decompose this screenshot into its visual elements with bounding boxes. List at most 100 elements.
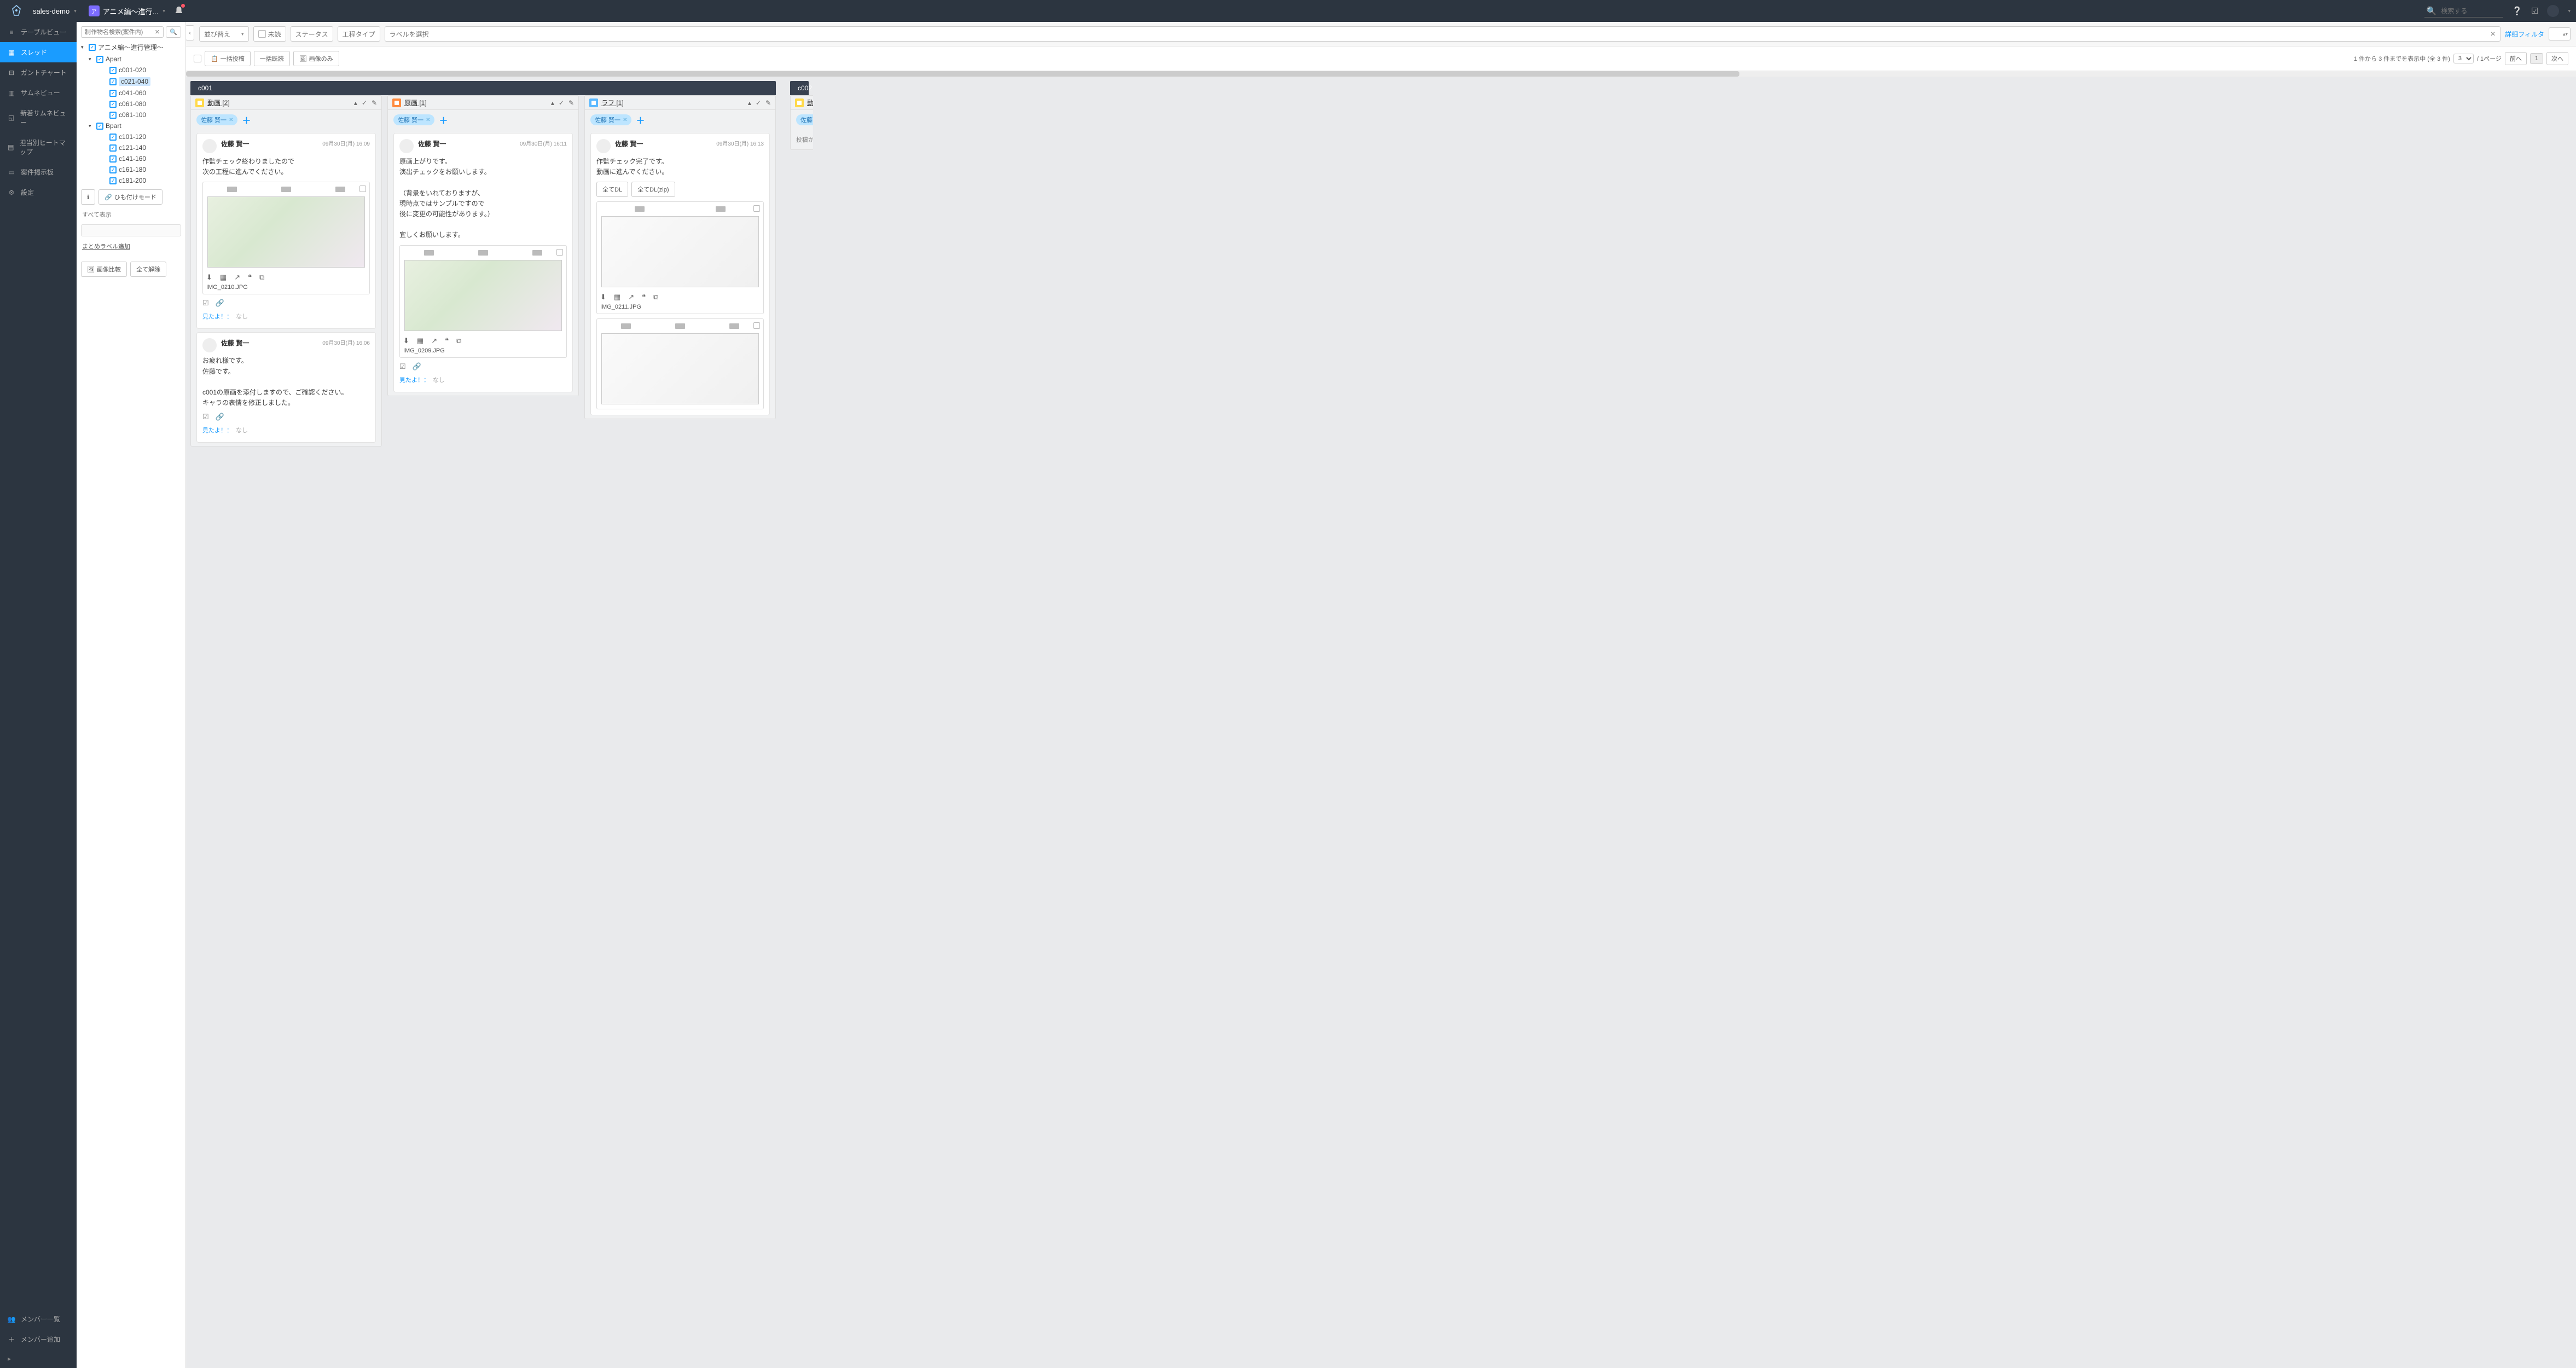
clear-all-button[interactable]: 全て解除 xyxy=(130,262,166,277)
tree-search-button[interactable]: 🔍 xyxy=(166,26,181,38)
remove-tag-icon[interactable]: ✕ xyxy=(623,117,627,123)
app-logo[interactable] xyxy=(11,4,22,18)
tree-row[interactable]: ✓ c121-140 xyxy=(81,142,181,153)
attachment-checkbox[interactable] xyxy=(556,249,563,256)
check-icon[interactable]: ✓ xyxy=(559,99,564,107)
tree-checkbox[interactable]: ✓ xyxy=(109,166,117,173)
share-icon[interactable]: ↗ xyxy=(234,273,240,282)
search-input[interactable] xyxy=(2441,7,2501,15)
workspace-selector[interactable]: sales-demo▾ xyxy=(27,7,82,15)
page-1[interactable]: 1 xyxy=(2530,53,2543,64)
tree-row[interactable]: ✓ c161-180 xyxy=(81,164,181,175)
tree-row[interactable]: ▾ ✓ Bpart xyxy=(81,120,181,131)
per-page-select[interactable]: 3 xyxy=(2453,54,2474,63)
tree-row[interactable]: ✓ c181-200 xyxy=(81,175,181,186)
add-tag-button[interactable]: ＋ xyxy=(636,113,645,126)
add-tag-button[interactable]: ＋ xyxy=(242,113,251,126)
image-only-button[interactable]: 🖼 画像のみ xyxy=(293,51,339,66)
edit-icon[interactable]: ✎ xyxy=(568,99,574,107)
link-icon[interactable]: 🔗 xyxy=(413,362,421,371)
check-icon[interactable]: ☑ xyxy=(399,362,406,371)
download-icon[interactable]: ⬇ xyxy=(403,337,409,345)
detail-filter-link[interactable]: 詳細フィルタ xyxy=(2505,30,2544,39)
bulk-post-button[interactable]: 📋 一括投稿 xyxy=(205,51,251,66)
add-tag-button[interactable]: ＋ xyxy=(439,113,448,126)
check-icon[interactable]: ☑ xyxy=(202,413,209,421)
copy-icon[interactable]: ⧉ xyxy=(259,273,264,282)
nav-item[interactable]: ＋メンバー追加 xyxy=(0,1329,77,1349)
sort-select[interactable]: 並び替え▾ xyxy=(199,26,249,42)
chevron-down-icon[interactable]: ▾ xyxy=(163,8,165,14)
share-icon[interactable]: ↗ xyxy=(628,293,634,302)
image-compare-button[interactable]: 🖼 画像比較 xyxy=(81,262,127,277)
collapse-icon[interactable]: ▴ xyxy=(354,99,357,107)
nav-item[interactable]: ▭案件掲示板 xyxy=(0,162,77,182)
lane-title[interactable]: 動画 [2] xyxy=(207,98,230,107)
copy-icon[interactable]: ⧉ xyxy=(653,293,658,302)
checklist-icon[interactable]: ☑ xyxy=(2531,6,2538,16)
tree-row[interactable]: ✓ c081-100 xyxy=(81,109,181,120)
copy-icon[interactable]: ⧉ xyxy=(456,337,461,345)
grid-icon[interactable]: ▦ xyxy=(417,337,423,345)
check-icon[interactable]: ✓ xyxy=(756,99,761,107)
nav-item[interactable]: ≡テーブルビュー xyxy=(0,22,77,42)
tree-checkbox[interactable]: ✓ xyxy=(109,177,117,184)
edit-icon[interactable]: ✎ xyxy=(765,99,771,107)
collapse-icon[interactable]: ▴ xyxy=(748,99,751,107)
attachment-checkbox[interactable] xyxy=(753,205,760,212)
attachment-checkbox[interactable] xyxy=(359,186,366,192)
nav-item[interactable]: ▤担当別ヒートマップ xyxy=(0,132,77,162)
tree-row[interactable]: ✓ c041-060 xyxy=(81,88,181,98)
help-icon[interactable]: ❔ xyxy=(2512,6,2522,16)
label-input[interactable] xyxy=(81,224,181,236)
info-button[interactable]: ℹ xyxy=(81,189,95,205)
nav-item[interactable]: ▦スレッド xyxy=(0,42,77,62)
collapse-tree-button[interactable]: ‹ xyxy=(186,25,194,40)
tree-row[interactable]: ✓ c061-080 xyxy=(81,98,181,109)
assignee-tag[interactable]: 佐藤 賢一 ✕ xyxy=(393,114,434,125)
status-filter[interactable]: ステータス xyxy=(291,26,333,42)
nav-item[interactable]: 👥メンバー一覧 xyxy=(0,1309,77,1329)
thumbnail-image[interactable] xyxy=(207,196,365,268)
download-zip-button[interactable]: 全てDL(zip) xyxy=(631,182,675,197)
assignee-tag[interactable]: 佐藤 賢一 ✕ xyxy=(196,114,237,125)
process-filter[interactable]: 工程タイプ xyxy=(338,26,380,42)
tree-checkbox[interactable]: ✓ xyxy=(109,67,117,74)
tree-row[interactable]: ▾ ✓ アニメ編～進行管理～ xyxy=(81,41,181,54)
collapse-icon[interactable]: ▴ xyxy=(551,99,554,107)
clear-icon[interactable]: ✕ xyxy=(155,28,160,36)
tree-checkbox[interactable]: ✓ xyxy=(89,44,96,51)
download-icon[interactable]: ⬇ xyxy=(206,273,212,282)
download-all-button[interactable]: 全てDL xyxy=(596,182,628,197)
bulk-label-link[interactable]: まとめラベル追加 xyxy=(81,240,181,253)
project-name[interactable]: アニメ編～進行... xyxy=(103,6,159,16)
tree-checkbox[interactable]: ✓ xyxy=(96,123,103,130)
tree-checkbox[interactable]: ✓ xyxy=(109,155,117,163)
user-avatar[interactable] xyxy=(2547,5,2559,17)
thumbnail-image[interactable] xyxy=(601,333,759,404)
next-page[interactable]: 次へ xyxy=(2546,52,2568,65)
chevron-down-icon[interactable]: ▾ xyxy=(2568,8,2571,14)
tree-row[interactable]: ✓ c001-020 xyxy=(81,65,181,76)
quote-icon[interactable]: ❝ xyxy=(445,337,449,345)
extra-select[interactable]: ▴▾ xyxy=(2549,27,2571,40)
nav-item[interactable]: ⊟ガントチャート xyxy=(0,62,77,83)
tree-checkbox[interactable]: ✓ xyxy=(109,112,117,119)
bulk-read-button[interactable]: 一括既読 xyxy=(254,51,290,66)
clear-icon[interactable]: ✕ xyxy=(2490,30,2496,38)
global-search[interactable]: 🔍 xyxy=(2424,5,2504,18)
assignee-tag[interactable]: 佐藤 賢一 ✕ xyxy=(796,114,813,125)
grid-icon[interactable]: ▦ xyxy=(614,293,620,302)
thumbnail-image[interactable] xyxy=(404,260,562,331)
lane-title[interactable]: 動画 [0 xyxy=(807,98,813,107)
collapse-nav[interactable]: ▸ xyxy=(0,1349,77,1368)
lane-title[interactable]: 原画 [1] xyxy=(404,98,427,107)
tree-row[interactable]: ✓ c101-120 xyxy=(81,131,181,142)
lane-title[interactable]: ラフ [1] xyxy=(601,98,624,107)
tree-row[interactable]: ✓ c141-160 xyxy=(81,153,181,164)
tree-checkbox[interactable]: ✓ xyxy=(96,56,103,63)
link-mode-button[interactable]: 🔗 ひも付けモード xyxy=(98,189,163,205)
label-filter[interactable]: ラベルを選択✕ xyxy=(385,26,2501,42)
link-icon[interactable]: 🔗 xyxy=(216,299,224,308)
check-icon[interactable]: ✓ xyxy=(362,99,367,107)
